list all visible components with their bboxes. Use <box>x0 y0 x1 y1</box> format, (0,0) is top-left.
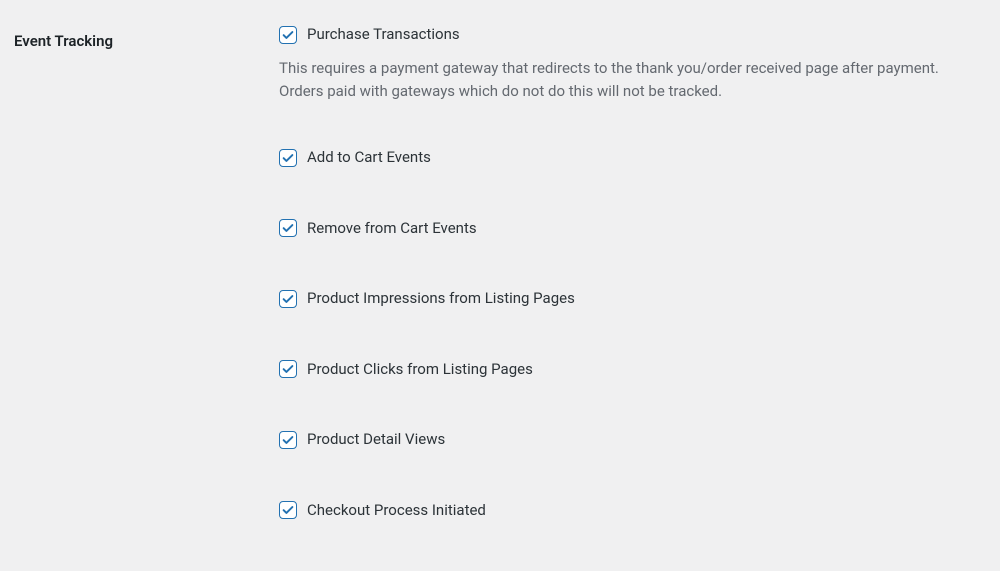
option-purchase-transactions: Purchase Transactions This requires a pa… <box>279 25 946 103</box>
option-label: Checkout Process Initiated <box>307 501 486 521</box>
checkmark-icon <box>281 292 295 306</box>
option-product-detail-views: Product Detail Views <box>279 430 946 450</box>
checkmark-icon <box>281 151 295 165</box>
option-label: Add to Cart Events <box>307 148 431 168</box>
option-label: Purchase Transactions <box>307 25 460 45</box>
option-label: Remove from Cart Events <box>307 219 477 239</box>
checkmark-icon <box>281 28 295 42</box>
option-product-clicks: Product Clicks from Listing Pages <box>279 360 946 380</box>
option-add-to-cart: Add to Cart Events <box>279 148 946 168</box>
option-product-impressions: Product Impressions from Listing Pages <box>279 289 946 309</box>
checkbox-product-clicks[interactable] <box>279 360 297 378</box>
option-remove-from-cart: Remove from Cart Events <box>279 219 946 239</box>
option-checkout-initiated: Checkout Process Initiated <box>279 501 946 521</box>
option-label: Product Impressions from Listing Pages <box>307 289 575 309</box>
section-title: Event Tracking <box>14 25 279 50</box>
checkbox-remove-from-cart[interactable] <box>279 219 297 237</box>
checkbox-product-detail-views[interactable] <box>279 431 297 449</box>
checkmark-icon <box>281 503 295 517</box>
event-tracking-section: Event Tracking Purchase Transactions Thi… <box>0 0 1000 571</box>
checkmark-icon <box>281 221 295 235</box>
checkbox-add-to-cart[interactable] <box>279 149 297 167</box>
settings-fields: Purchase Transactions This requires a pa… <box>279 25 986 571</box>
checkbox-purchase-transactions[interactable] <box>279 26 297 44</box>
checkmark-icon <box>281 433 295 447</box>
option-description: This requires a payment gateway that red… <box>279 57 946 104</box>
checkbox-product-impressions[interactable] <box>279 290 297 308</box>
option-label: Product Clicks from Listing Pages <box>307 360 533 380</box>
checkmark-icon <box>281 362 295 376</box>
checkbox-checkout-initiated[interactable] <box>279 501 297 519</box>
option-label: Product Detail Views <box>307 430 445 450</box>
